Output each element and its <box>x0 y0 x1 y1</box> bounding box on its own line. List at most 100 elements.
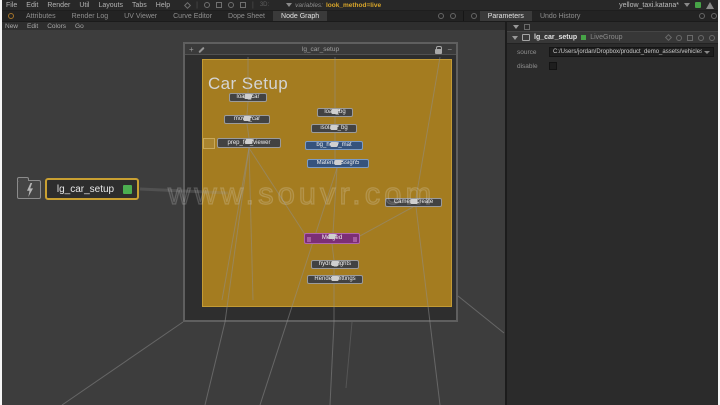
lock-icon <box>332 108 339 115</box>
source-row: source C:/Users/jordan/Dropbox/product_d… <box>507 44 720 59</box>
link-icon[interactable] <box>216 2 222 8</box>
tab-curve-editor[interactable]: Curve Editor <box>165 11 220 21</box>
pin-icon[interactable] <box>699 13 705 19</box>
lock-icon <box>329 233 336 240</box>
menu-tabs[interactable]: Tabs <box>132 2 147 9</box>
variables-value: look_method=live <box>326 2 381 9</box>
tab-node-graph[interactable]: Node Graph <box>273 11 327 21</box>
tab-render-log[interactable]: Render Log <box>64 11 117 21</box>
gear-icon[interactable] <box>687 35 693 41</box>
parameter-node-header[interactable]: lg_car_setup LiveGroup <box>507 31 720 44</box>
selection-mark <box>307 237 311 242</box>
node-load-bg[interactable]: load_bg <box>317 108 353 117</box>
tab-uv-viewer[interactable]: UV Viewer <box>116 11 165 21</box>
edit-icon[interactable] <box>698 35 704 41</box>
close-icon[interactable] <box>711 13 717 19</box>
close-icon[interactable] <box>450 13 456 19</box>
node-lg-car-setup[interactable]: lg_car_setup <box>45 178 139 200</box>
chevron-down-icon <box>684 3 690 7</box>
spacer <box>327 11 435 21</box>
tab-dope-sheet[interactable]: Dope Sheet <box>220 11 273 21</box>
app-window: File Edit Render Util Layouts Tabs Help … <box>0 0 720 405</box>
menu-edit[interactable]: Edit <box>26 2 38 9</box>
graph-menu-new[interactable]: New <box>5 23 18 30</box>
chevron-down-icon[interactable] <box>513 25 519 29</box>
lock-icon <box>332 260 339 267</box>
status-square <box>581 35 586 40</box>
diamond-icon[interactable] <box>184 1 191 8</box>
node-render-settings[interactable]: RenderSettings <box>307 275 363 284</box>
disable-label: disable <box>517 63 543 70</box>
parameters-toolbar <box>507 22 720 31</box>
dropdown-arrow-icon[interactable] <box>704 51 710 54</box>
parameter-node-type: LiveGroup <box>590 34 622 41</box>
menu-help[interactable]: Help <box>156 2 170 9</box>
header-icons <box>666 35 715 41</box>
graph-menu-edit[interactable]: Edit <box>27 23 38 30</box>
sync-icon[interactable] <box>228 2 234 8</box>
graph-menu-colors[interactable]: Colors <box>47 23 66 30</box>
tab-undo-history[interactable]: Undo History <box>532 11 588 21</box>
tab-parameters[interactable]: Parameters <box>480 11 532 21</box>
separator: | <box>196 2 198 9</box>
source-label: source <box>517 49 543 56</box>
lock-icon <box>331 124 338 131</box>
menubar: File Edit Render Util Layouts Tabs Help … <box>0 0 720 11</box>
variables-label: variables: <box>295 2 323 9</box>
lock-icon <box>331 141 338 148</box>
separator: | <box>252 2 254 9</box>
lock-icon <box>246 138 253 145</box>
toolbar-icons: | | 3D: <box>185 2 269 9</box>
node-load-car[interactable]: load_car <box>229 93 267 102</box>
node-label: lg_car_setup <box>52 184 119 195</box>
variables-dropdown[interactable]: variables: look_method=live <box>286 2 381 9</box>
viewer-3d-label: 3D: <box>260 2 269 8</box>
menu-render[interactable]: Render <box>47 2 70 9</box>
node-hydra-lights[interactable]: hydra_lights <box>311 260 359 269</box>
lock-icon <box>244 115 251 122</box>
menu-util[interactable]: Util <box>79 2 89 9</box>
pin-icon[interactable] <box>438 13 444 19</box>
graph-menu-go[interactable]: Go <box>75 23 84 30</box>
menu-layouts[interactable]: Layouts <box>98 2 123 9</box>
options-icon[interactable] <box>524 24 530 30</box>
node-type-icon <box>522 34 530 41</box>
lock-icon <box>332 275 339 282</box>
detach-icon[interactable] <box>471 13 477 19</box>
flag-icon[interactable] <box>240 2 246 8</box>
node-bg-hero-mat[interactable]: bg_hero_mat <box>305 141 363 150</box>
node-isolate-bg[interactable]: isolate_bg <box>311 124 357 133</box>
gear-icon[interactable] <box>8 13 14 19</box>
selection-mark <box>353 237 357 242</box>
node-material-assign[interactable]: MaterialAssign5 <box>307 159 369 168</box>
search-icon[interactable] <box>709 35 715 41</box>
parameter-node-name: lg_car_setup <box>534 34 577 41</box>
parameters-panel: lg_car_setup LiveGroup source C:/Users/j… <box>505 22 720 405</box>
watermark: www.souvr.com <box>168 176 435 212</box>
source-field[interactable]: C:/Users/jordan/Dropbox/product_demo_ass… <box>549 47 714 57</box>
livegroup-folder-icon <box>17 180 41 199</box>
menu-file[interactable]: File <box>6 2 17 9</box>
render-status-led <box>695 2 701 8</box>
node-prep-for-viewer[interactable]: prep_for_viewer <box>217 138 281 148</box>
source-value: C:/Users/jordan/Dropbox/product_demo_ass… <box>553 48 702 57</box>
node-graph-canvas[interactable]: + lg_car_setup − Car Setup <box>0 30 505 405</box>
page-edge-left <box>0 0 2 405</box>
node-move-car[interactable]: move_car <box>224 115 270 124</box>
pane-divider <box>463 11 464 21</box>
chevron-down-icon <box>286 3 292 7</box>
warning-icon[interactable] <box>706 2 714 9</box>
snap-icon[interactable] <box>665 34 672 41</box>
project-filename[interactable]: yellow_taxi.katana* <box>619 2 679 9</box>
node-merged[interactable]: Merged <box>304 233 360 244</box>
group-input-port[interactable] <box>203 138 215 149</box>
tab-attributes[interactable]: Attributes <box>18 11 64 21</box>
expand-arrow-icon[interactable] <box>512 36 518 40</box>
reset-icon[interactable] <box>676 35 682 41</box>
tab-bar: Attributes Render Log UV Viewer Curve Ed… <box>0 11 720 22</box>
lock-icon <box>335 159 342 166</box>
refresh-icon[interactable] <box>204 2 210 8</box>
disable-checkbox[interactable] <box>549 62 557 70</box>
disable-row: disable <box>507 59 720 72</box>
menubar-right: yellow_taxi.katana* <box>619 2 714 9</box>
